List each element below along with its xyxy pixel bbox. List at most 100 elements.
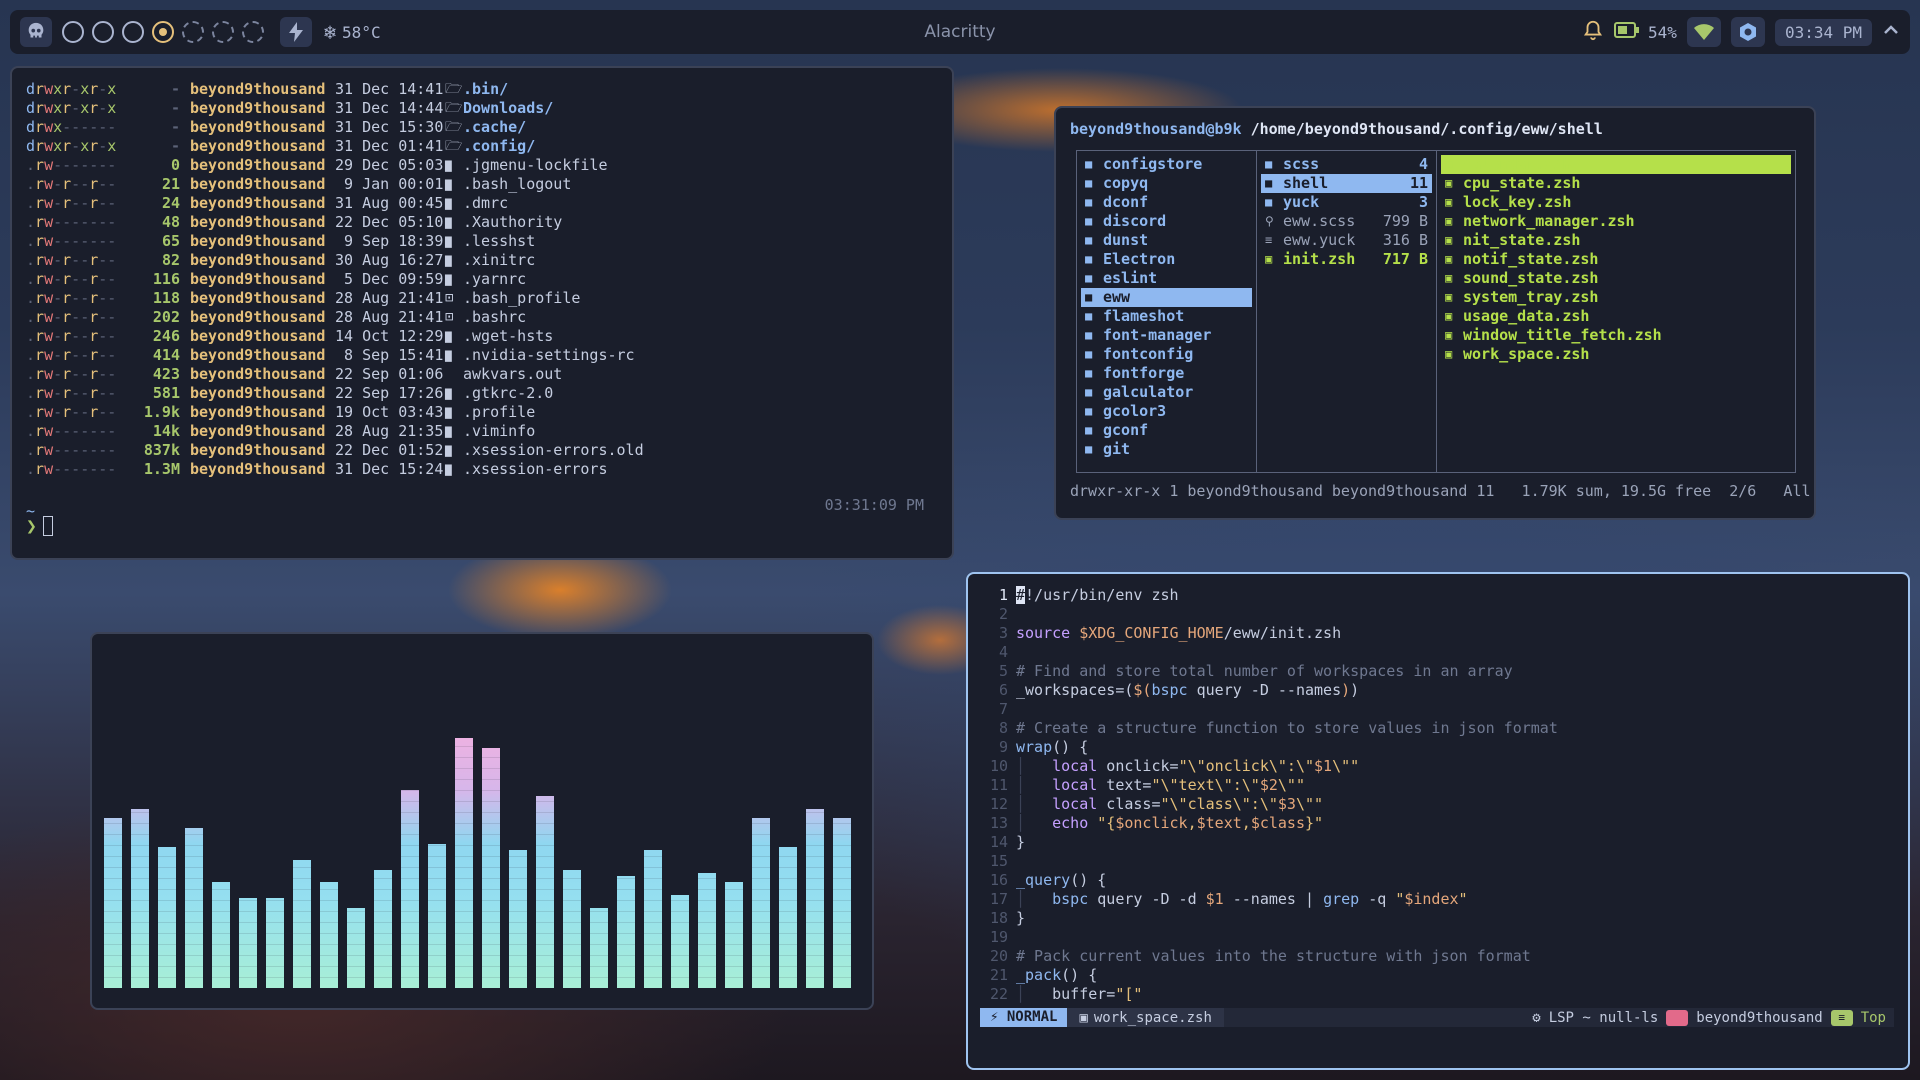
wifi-icon[interactable] <box>1686 17 1721 47</box>
lf-entry-name: configstore <box>1103 155 1203 173</box>
bell-icon[interactable] <box>1582 19 1604 45</box>
workspace-indicator-1[interactable] <box>62 21 84 43</box>
ls-size: 414 <box>152 346 180 364</box>
workspace-indicator-4[interactable] <box>152 21 174 43</box>
lf-entry[interactable]: ▣ usage_data.zsh <box>1441 307 1791 326</box>
lf-entry-name: galculator <box>1103 383 1194 401</box>
lf-entry[interactable]: ■ discord <box>1081 212 1252 231</box>
lf-entry[interactable]: ■ fontconfig <box>1081 345 1252 364</box>
code-text: } <box>1016 909 1026 927</box>
line-number: 9 <box>998 738 1008 756</box>
code-line: 20 # Pack current values into the structu… <box>982 947 1908 966</box>
ls-row: .rw-r--r-- 24 beyond9thousand 31 Aug 00:45 ▇… <box>26 194 938 213</box>
ls-date: 14 Oct 12:29 <box>335 327 444 345</box>
ls-date: 31 Dec 15:30 <box>335 118 444 136</box>
workspace-list <box>58 21 268 43</box>
lf-entry[interactable]: ■ dunst <box>1081 231 1252 250</box>
lightning-icon[interactable] <box>280 17 312 47</box>
code-line: 14} <box>982 833 1908 852</box>
lf-entry[interactable]: ▣ init.zsh 717 B <box>1261 250 1432 269</box>
code-line: 13 │ echo "{$onclick,$text,$class}" <box>982 814 1908 833</box>
lf-entry-name: yuck <box>1283 193 1320 211</box>
workspace-indicator-3[interactable] <box>122 21 144 43</box>
lf-entry[interactable]: ■ font-manager <box>1081 326 1252 345</box>
file-icon <box>445 365 463 384</box>
lf-host: beyond9thousand@b9k <box>1070 120 1242 138</box>
chevron-up-icon[interactable] <box>1882 21 1900 43</box>
lf-entry[interactable]: ▣ lock_key.zsh <box>1441 193 1791 212</box>
mode-label: NORMAL <box>1006 1009 1058 1025</box>
workspace-indicator-6[interactable] <box>212 21 234 43</box>
ls-size: - <box>170 137 180 155</box>
lf-entry[interactable]: ▣ notif_state.zsh <box>1441 250 1791 269</box>
file-manager-window[interactable]: beyond9thousand@b9k /home/beyond9thousan… <box>1054 106 1816 520</box>
temperature-widget: ❄ 58°C <box>324 20 381 44</box>
folder-icon: 🗁 <box>445 138 463 154</box>
lf-entry[interactable]: ▣ sound_state.zsh <box>1441 269 1791 288</box>
lf-entry[interactable]: ■ scss 4 <box>1261 155 1432 174</box>
lf-entry[interactable]: ▣ work_space.zsh <box>1441 345 1791 364</box>
ls-user: beyond9thousand <box>190 156 326 174</box>
lf-entry-name: eww.scss <box>1283 212 1356 230</box>
lf-entry[interactable]: ■ galculator <box>1081 383 1252 402</box>
visualizer-bar <box>131 809 149 988</box>
lf-entry[interactable]: ■ shell 11 <box>1261 174 1432 193</box>
lf-entry[interactable]: ▣ network_manager.zsh <box>1441 212 1791 231</box>
workspace-indicator-7[interactable] <box>242 21 264 43</box>
visualizer-bar <box>266 898 284 988</box>
lf-entry-name: fontconfig <box>1103 345 1194 363</box>
lf-entry-name: notif_state.zsh <box>1463 250 1599 268</box>
lf-entry[interactable]: ▣ window_title_fetch.zsh <box>1441 326 1791 345</box>
workspace-indicator-5[interactable] <box>182 21 204 43</box>
visualizer-bar <box>347 908 365 988</box>
line-number: 21 <box>989 966 1008 984</box>
lf-entry-info: 799 B <box>1382 212 1428 230</box>
line-number: 20 <box>989 947 1008 965</box>
terminal-ls-window[interactable]: drwxr-xr-x - beyond9thousand 31 Dec 14:41 🗁.… <box>10 66 954 560</box>
lf-entry[interactable]: ■ gcolor3 <box>1081 402 1252 421</box>
settings-hexagon-icon[interactable] <box>1730 17 1765 47</box>
line-number: 4 <box>998 643 1008 661</box>
lf-entry[interactable]: ■ eslint <box>1081 269 1252 288</box>
lf-entry[interactable]: ■ configstore <box>1081 155 1252 174</box>
lf-entry[interactable]: ■ flameshot <box>1081 307 1252 326</box>
folder-icon: ■ <box>1085 347 1093 361</box>
lf-entry-info: 316 B <box>1382 231 1428 249</box>
folder-icon: 🗁 <box>445 81 463 97</box>
ls-size: 202 <box>152 308 180 326</box>
lf-entry[interactable]: ■ Electron <box>1081 250 1252 269</box>
lf-entry-name: usage_data.zsh <box>1463 307 1590 325</box>
lf-entry[interactable]: ■ dconf <box>1081 193 1252 212</box>
lf-entry[interactable]: ▣ calendar.zsh <box>1441 155 1791 174</box>
lf-entry[interactable]: ■ yuck 3 <box>1261 193 1432 212</box>
ls-size: 837k <box>143 441 180 459</box>
lf-entry[interactable]: ■ fontforge <box>1081 364 1252 383</box>
neovim-window[interactable]: 1 #!/usr/bin/env zsh 2 3 source $XDG_CONFIG_… <box>966 572 1910 1070</box>
file-icon: ▇ <box>445 444 452 457</box>
audio-visualizer-window[interactable] <box>90 632 874 1010</box>
lf-entry[interactable]: ▣ cpu_state.zsh <box>1441 174 1791 193</box>
lf-entry[interactable]: ■ gconf <box>1081 421 1252 440</box>
line-number: 5 <box>998 662 1008 680</box>
visualizer-bar <box>374 870 392 988</box>
lf-entry[interactable]: ■ copyq <box>1081 174 1252 193</box>
lf-parent-pane: ■ configstore ■ copyq ■ dconf ■ discord ■ dunst ■ E… <box>1077 151 1257 472</box>
ls-filename: awkvars.out <box>463 365 563 383</box>
skull-launcher-icon[interactable] <box>20 17 52 47</box>
ls-filename: .viminfo <box>463 422 536 440</box>
ls-filename: .xsession-errors <box>463 460 608 478</box>
workspace-indicator-2[interactable] <box>92 21 114 43</box>
lf-entry[interactable]: ▣ system_tray.zsh <box>1441 288 1791 307</box>
file-icon: ▇ <box>445 330 452 343</box>
ls-permissions: .rw-r--r-- <box>26 194 117 212</box>
ls-permissions: .rw------- <box>26 232 117 250</box>
shell-prompt[interactable]: ❯ <box>26 516 53 536</box>
lf-entry[interactable]: ■ eww <box>1081 288 1252 307</box>
visualizer-bar <box>536 796 554 988</box>
code-editor[interactable]: 1 #!/usr/bin/env zsh 2 3 source $XDG_CONFIG_… <box>982 586 1908 1004</box>
lf-entry[interactable]: ■ git <box>1081 440 1252 459</box>
ls-date: 28 Aug 21:41 <box>335 289 444 307</box>
lf-entry[interactable]: ≡ eww.yuck 316 B <box>1261 231 1432 250</box>
lf-entry[interactable]: ▣ nit_state.zsh <box>1441 231 1791 250</box>
lf-entry[interactable]: ⚲ eww.scss 799 B <box>1261 212 1432 231</box>
